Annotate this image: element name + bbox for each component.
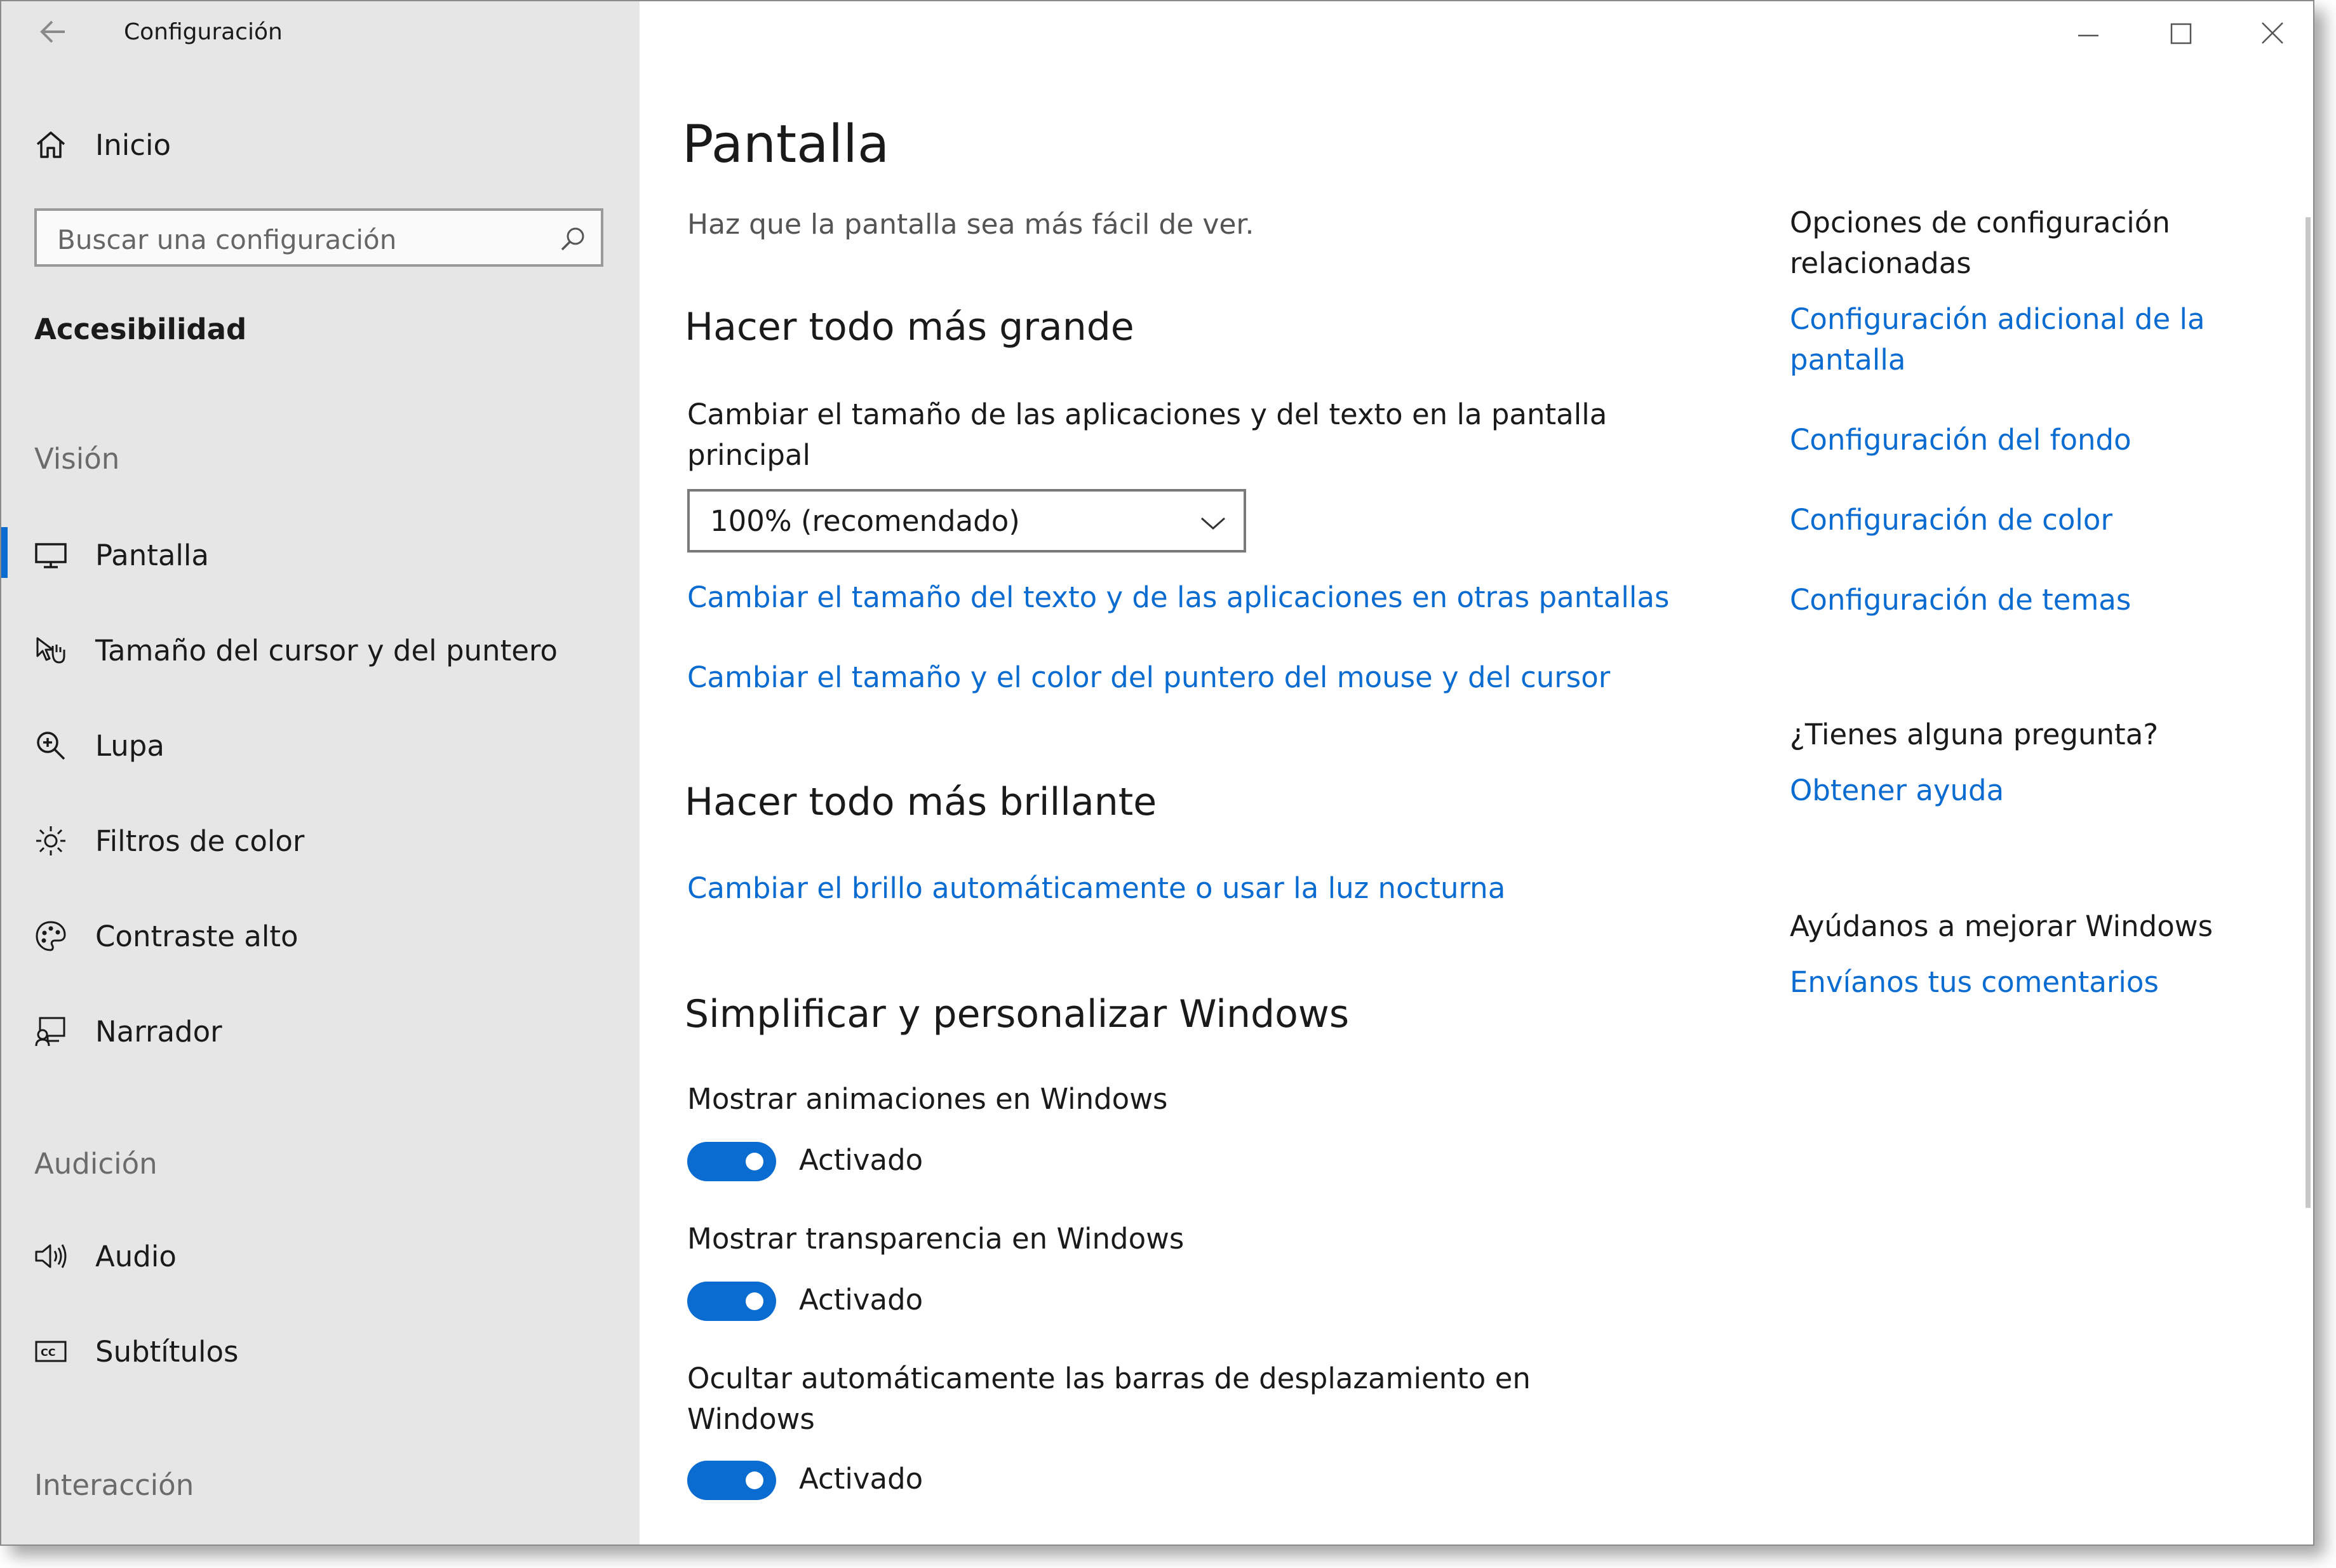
close-button[interactable] <box>2247 10 2298 56</box>
toggle-transparency[interactable] <box>687 1282 776 1321</box>
page-subtitle: Haz que la pantalla sea más fácil de ver… <box>687 208 1254 241</box>
section-heading-brighter: Hacer todo más brillante <box>685 780 1157 824</box>
toggle-animations[interactable] <box>687 1142 776 1181</box>
link-background[interactable]: Configuración del fondo <box>1790 423 2131 457</box>
toggle-animations-label: Mostrar animaciones en Windows <box>687 1082 1168 1116</box>
toggle-transparency-label: Mostrar transparencia en Windows <box>687 1222 1185 1256</box>
toggle-animations-state: Activado <box>799 1143 923 1177</box>
toggle-scrollbars-label-line1: Ocultar automáticamente las barras de de… <box>687 1362 1531 1395</box>
sun-icon <box>32 822 70 860</box>
sidebar-item-filtros[interactable]: Filtros de color <box>32 815 304 866</box>
link-other-displays[interactable]: Cambiar el tamaño del texto y de las apl… <box>687 580 1669 614</box>
improve-heading: Ayúdanos a mejorar Windows <box>1790 909 2213 943</box>
speaker-icon <box>32 1237 70 1275</box>
link-feedback[interactable]: Envíanos tus comentarios <box>1790 965 2159 999</box>
sidebar-item-label: Filtros de color <box>95 824 305 858</box>
active-indicator <box>1 527 8 578</box>
chevron-down-icon <box>1201 517 1225 530</box>
toggle-scrollbars[interactable] <box>687 1461 776 1500</box>
sidebar-item-narrador[interactable]: Narrador <box>32 1006 222 1057</box>
minimize-button[interactable] <box>2063 10 2114 56</box>
toggle-knob <box>746 1471 763 1489</box>
toggle-knob <box>746 1292 763 1310</box>
app-title: Configuración <box>124 19 283 45</box>
close-icon <box>2262 22 2283 44</box>
sidebar-item-label: Narrador <box>95 1014 222 1049</box>
home-icon <box>32 126 70 164</box>
sidebar-item-cursor[interactable]: Tamaño del cursor y del puntero <box>32 625 558 676</box>
section-interaccion: Interacción <box>34 1468 194 1502</box>
narrator-icon <box>32 1012 70 1050</box>
sidebar-item-audio[interactable]: Audio <box>32 1231 177 1282</box>
scrollbar[interactable] <box>2306 217 2311 1208</box>
captions-icon: CC <box>32 1332 70 1370</box>
category-title: Accesibilidad <box>34 312 247 346</box>
section-heading-bigger: Hacer todo más grande <box>685 305 1134 349</box>
search-icon[interactable] <box>558 224 588 254</box>
link-pointer-size[interactable]: Cambiar el tamaño y el color del puntero… <box>687 660 1610 694</box>
sidebar-item-label: Subtítulos <box>95 1334 239 1369</box>
scale-dropdown-value: 100% (recomendado) <box>710 504 1020 538</box>
magnifier-icon <box>32 727 70 765</box>
search-input[interactable] <box>56 218 554 260</box>
palette-icon <box>32 917 70 955</box>
toggle-scrollbars-state: Activado <box>799 1462 923 1496</box>
sidebar-item-contraste[interactable]: Contraste alto <box>32 911 299 962</box>
maximize-button[interactable] <box>2156 10 2206 56</box>
link-color[interactable]: Configuración de color <box>1790 503 2112 537</box>
toggle-transparency-state: Activado <box>799 1283 923 1317</box>
back-button[interactable] <box>34 14 79 50</box>
section-heading-simplify: Simplificar y personalizar Windows <box>685 992 1350 1036</box>
link-additional-display-line2[interactable]: pantalla <box>1790 343 1905 377</box>
toggle-scrollbars-label-line2: Windows <box>687 1402 815 1436</box>
link-get-help[interactable]: Obtener ayuda <box>1790 774 2004 807</box>
svg-text:CC: CC <box>41 1346 55 1358</box>
toggle-knob <box>746 1153 763 1170</box>
scale-description-line2: principal <box>687 438 810 472</box>
question-heading: ¿Tienes alguna pregunta? <box>1790 718 2159 751</box>
section-audicion: Audición <box>34 1147 158 1181</box>
back-arrow-icon <box>40 20 65 43</box>
sidebar-item-lupa[interactable]: Lupa <box>32 720 164 771</box>
sidebar-item-label: Audio <box>95 1239 177 1273</box>
sidebar: Configuración Inicio Accesibilidad Visió… <box>1 1 640 1545</box>
link-themes[interactable]: Configuración de temas <box>1790 583 2131 617</box>
related-heading-line1: Opciones de configuración <box>1790 206 2170 239</box>
search-box[interactable] <box>34 208 603 267</box>
monitor-icon <box>32 536 70 574</box>
home-label: Inicio <box>95 128 171 162</box>
maximize-icon <box>2170 23 2192 44</box>
sidebar-item-home[interactable]: Inicio <box>32 119 171 170</box>
sidebar-item-label: Lupa <box>95 728 164 763</box>
settings-window: Configuración Inicio Accesibilidad Visió… <box>0 0 2314 1546</box>
scale-description-line1: Cambiar el tamaño de las aplicaciones y … <box>687 398 1608 431</box>
pointer-icon <box>32 631 70 669</box>
page-title: Pantalla <box>682 114 890 175</box>
sidebar-item-label: Pantalla <box>95 538 210 572</box>
sidebar-item-pantalla[interactable]: Pantalla <box>32 530 209 580</box>
sidebar-item-subtitulos[interactable]: CC Subtítulos <box>32 1326 238 1377</box>
section-vision: Visión <box>34 442 120 476</box>
sidebar-item-label: Tamaño del cursor y del puntero <box>95 633 558 667</box>
scale-dropdown[interactable]: 100% (recomendado) <box>687 489 1246 553</box>
link-brightness[interactable]: Cambiar el brillo automáticamente o usar… <box>687 871 1505 905</box>
link-additional-display-line1[interactable]: Configuración adicional de la <box>1790 302 2205 336</box>
related-heading-line2: relacionadas <box>1790 246 1971 280</box>
minimize-icon <box>2078 34 2098 37</box>
sidebar-item-label: Contraste alto <box>95 919 299 953</box>
